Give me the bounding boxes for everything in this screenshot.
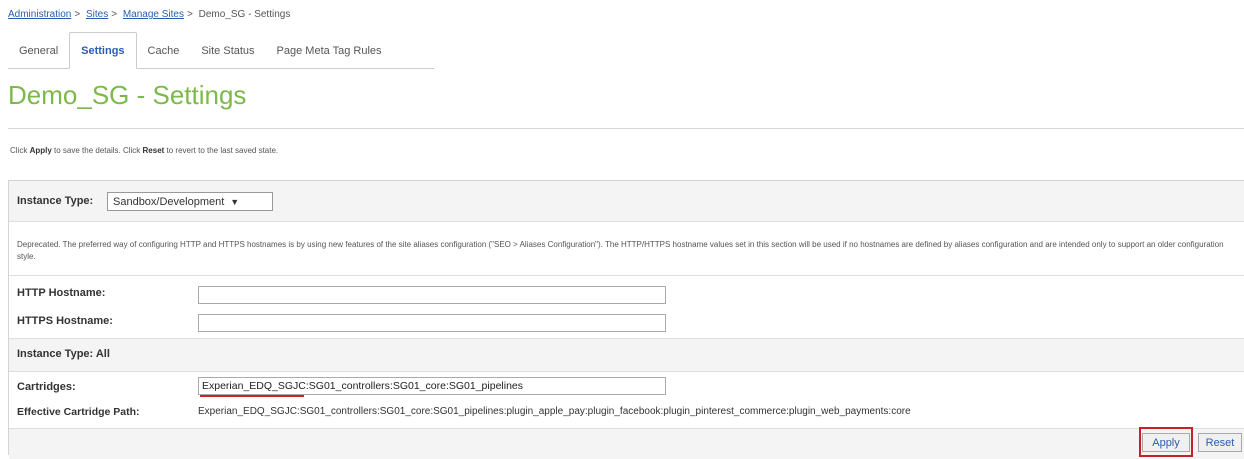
apply-highlight-box [1139,427,1193,457]
breadcrumb-separator: > [111,9,118,20]
http-hostname-label: HTTP Hostname: [17,287,106,299]
cartridges-label: Cartridges: [17,381,76,393]
annotation-underline [200,395,304,397]
tab-cache[interactable]: Cache [137,32,191,69]
tab-general[interactable]: General [8,32,69,69]
breadcrumb-sites[interactable]: Sites [86,9,108,20]
tab-site-status[interactable]: Site Status [190,32,265,69]
tab-page-meta-tag-rules[interactable]: Page Meta Tag Rules [266,32,393,69]
instance-type-selected: Sandbox/Development [113,195,225,208]
instance-type-all-label: Instance Type: All [17,348,110,360]
help-text: Click Apply to save the details. Click R… [10,146,279,155]
effective-cartridge-path-value: Experian_EDQ_SGJC:SG01_controllers:SG01_… [198,406,911,417]
breadcrumb: Administration > Sites > Manage Sites > Dem… [8,9,290,20]
http-hostname-input[interactable] [198,286,666,304]
button-row [9,429,1244,459]
instance-type-all-row [9,339,1244,371]
divider [9,221,1244,222]
breadcrumb-administration[interactable]: Administration [8,9,71,20]
dropdown-arrow-icon: ▼ [230,196,240,207]
divider [9,371,1244,372]
page-title: Demo_SG - Settings [8,80,247,110]
deprecated-notice: Deprecated. The preferred way of configu… [17,240,1224,261]
https-hostname-input[interactable] [198,314,666,332]
effective-cartridge-path-label: Effective Cartridge Path: [17,406,140,418]
instance-type-select[interactable]: Sandbox/Development ▼ [107,192,273,211]
divider [8,128,1244,129]
breadcrumb-current: Demo_SG - Settings [198,9,291,20]
tab-bar: General Settings Cache Site Status Page … [8,32,393,69]
breadcrumb-manage-sites[interactable]: Manage Sites [123,9,184,20]
breadcrumb-separator: > [187,9,193,20]
instance-type-label: Instance Type: [17,195,94,207]
breadcrumb-separator: > [74,9,81,20]
cartridges-input[interactable]: Experian_EDQ_SGJC:SG01_controllers:SG01_… [198,377,666,395]
tab-settings[interactable]: Settings [69,32,137,69]
reset-button[interactable]: Reset [1198,433,1242,452]
divider [9,275,1244,276]
settings-form: Instance Type: Sandbox/Development ▼ Dep… [8,180,1244,459]
https-hostname-label: HTTPS Hostname: [17,315,113,327]
